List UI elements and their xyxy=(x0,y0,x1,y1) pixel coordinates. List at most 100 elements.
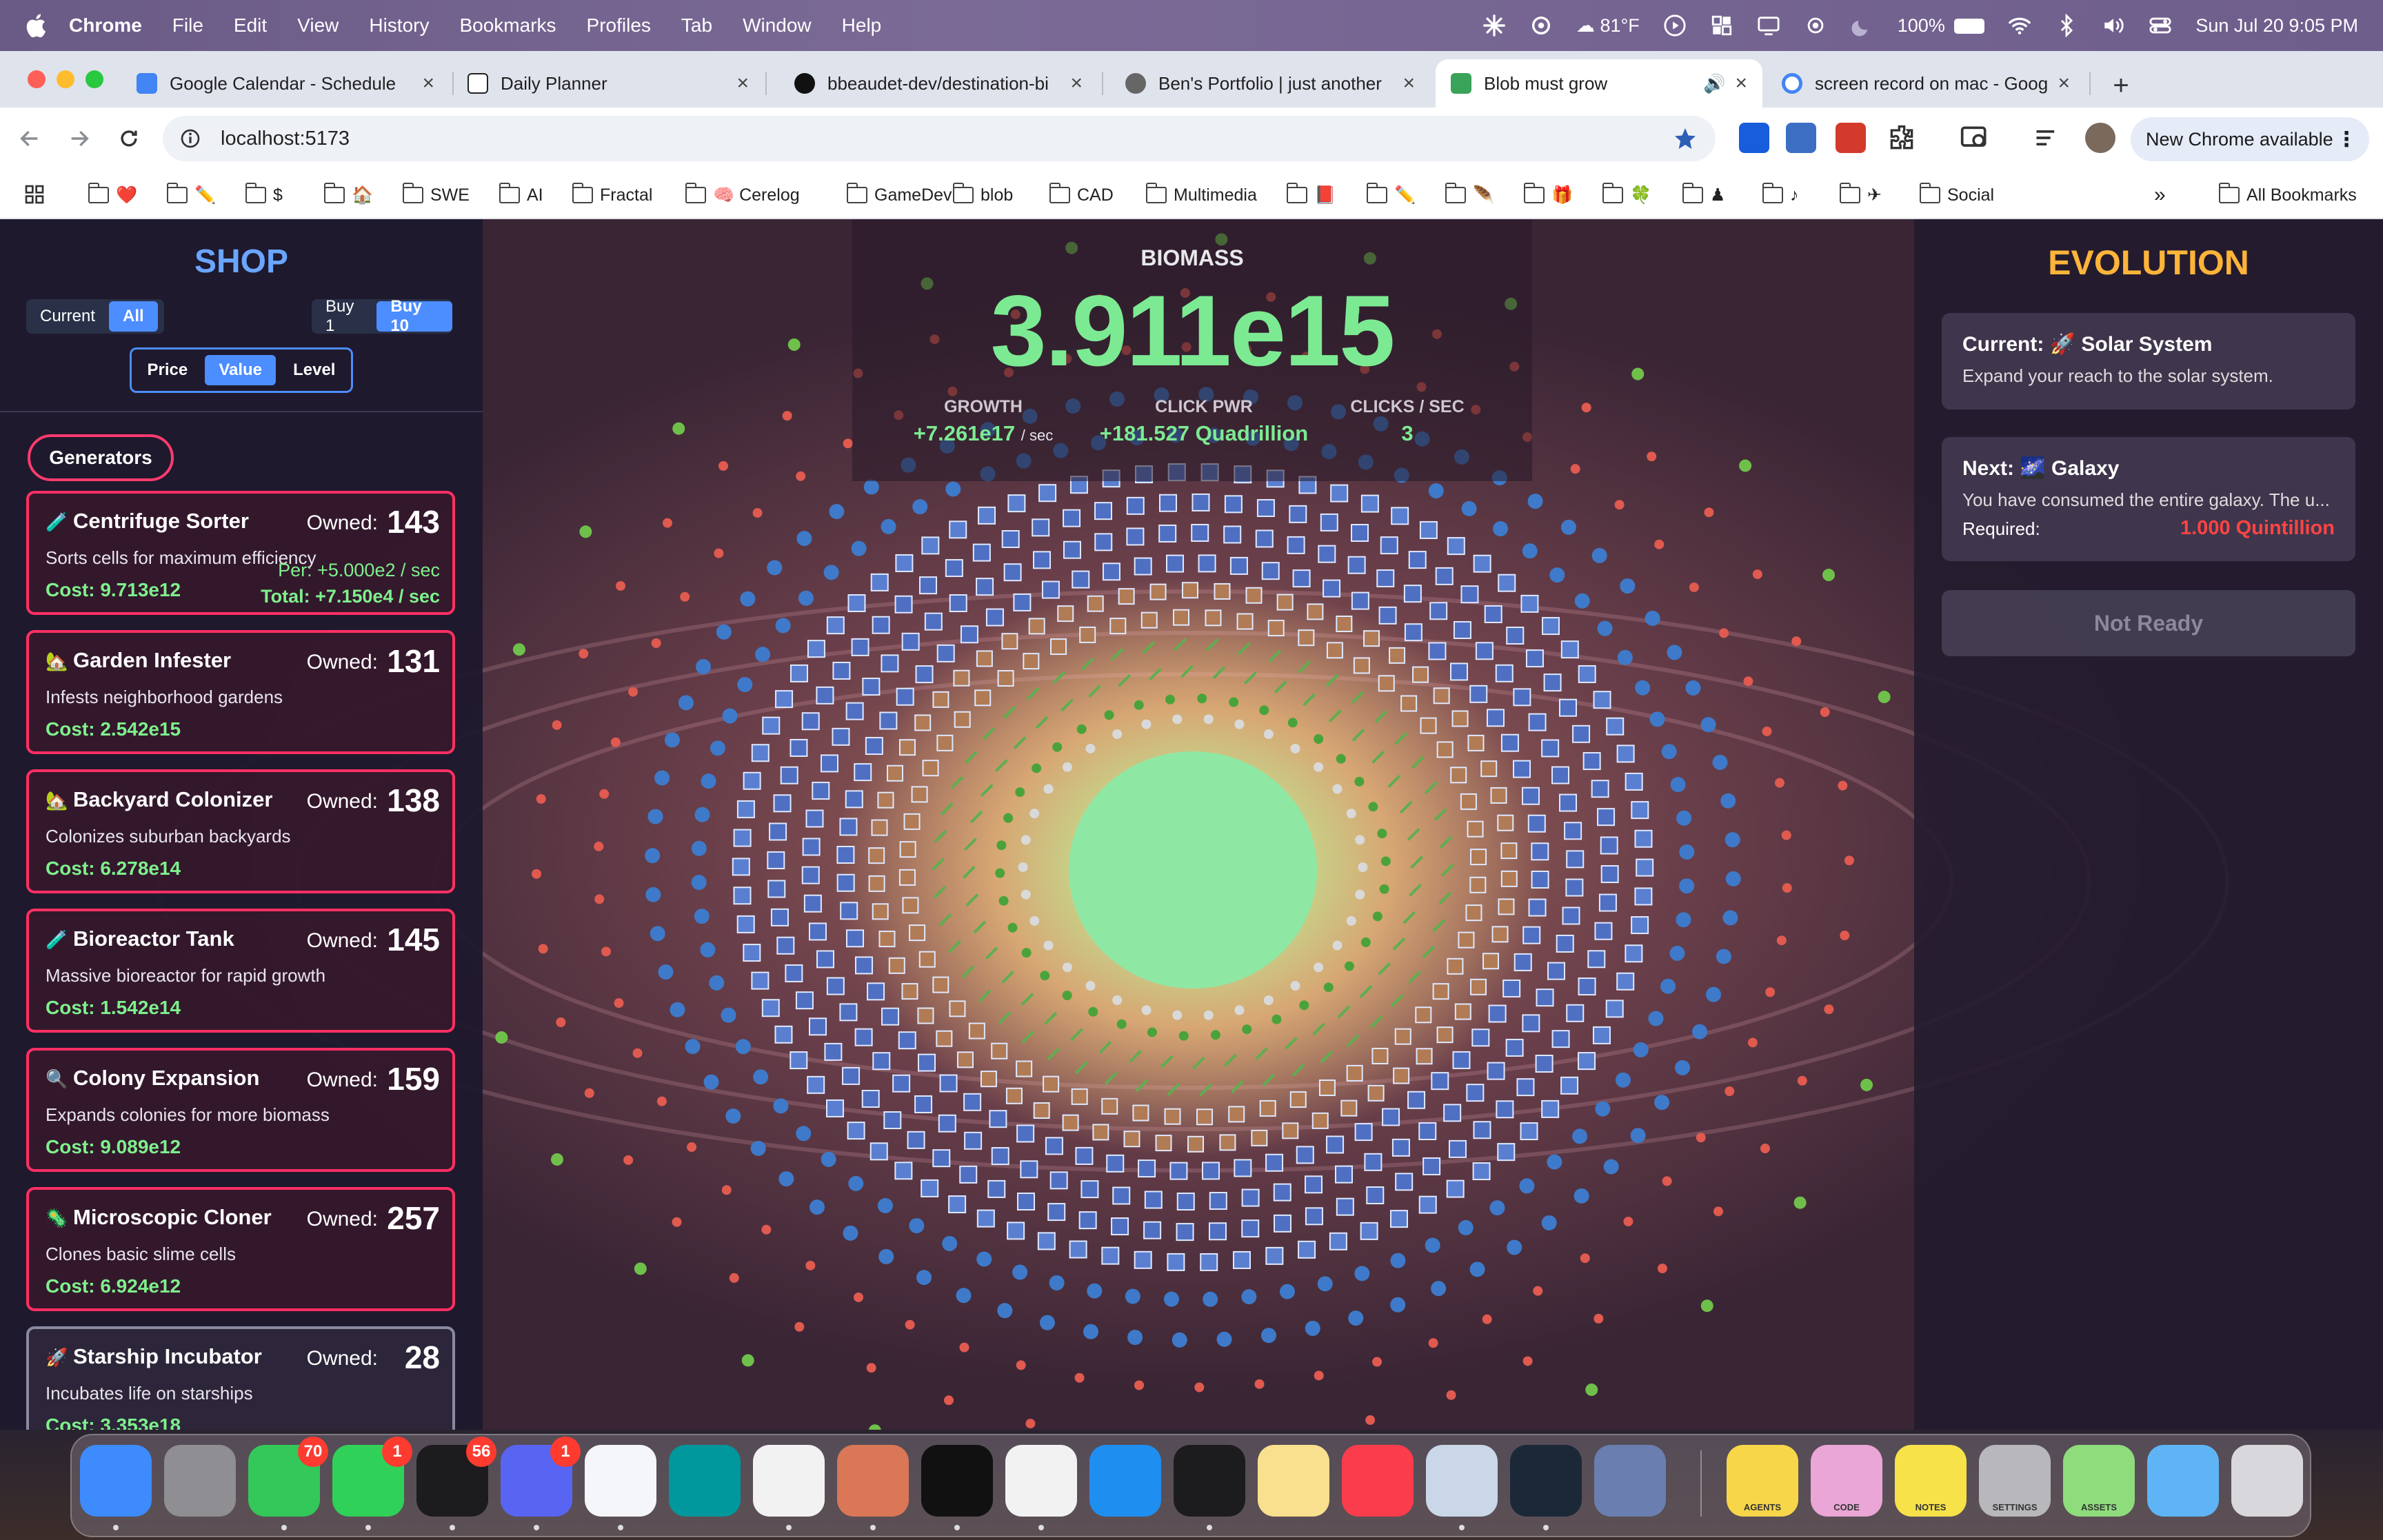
claude-status-icon[interactable] xyxy=(1482,14,1506,37)
bookmark-folder[interactable]: ♪ xyxy=(1762,183,1799,207)
bookmark-folder[interactable]: 📕 xyxy=(1287,183,1336,207)
profile-avatar[interactable] xyxy=(2085,123,2115,153)
forward-button[interactable] xyxy=(63,123,95,154)
tab-google-calendar[interactable]: Google Calendar - Schedule × xyxy=(121,59,450,108)
tab-blob-must-grow[interactable]: Blob must grow 🔊 × xyxy=(1436,59,1762,108)
bookmark-folder[interactable]: GameDev xyxy=(847,183,952,207)
minimize-window-button[interactable] xyxy=(57,70,74,88)
notes-dock-icon[interactable] xyxy=(1258,1445,1329,1517)
menu-window[interactable]: Window xyxy=(743,14,812,37)
safari-dock-icon[interactable] xyxy=(1089,1445,1161,1517)
tab-portfolio[interactable]: Ben's Portfolio | just another × xyxy=(1110,59,1430,108)
chatgpt-status-icon[interactable] xyxy=(1529,14,1553,37)
buy-10-button[interactable]: Buy 10 xyxy=(376,297,452,335)
bookmark-folder[interactable]: Fractal xyxy=(572,183,652,207)
bookmark-folder[interactable]: ✏️ xyxy=(1367,183,1416,207)
generator-card[interactable]: 🏡 Backyard Colonizer Owned: 138 Colonizes su… xyxy=(26,769,455,893)
reading-list-icon[interactable] xyxy=(2033,123,2063,153)
weather-widget[interactable]: ☁ 81°F xyxy=(1576,15,1640,37)
generator-card[interactable]: 🔍 Colony Expansion Owned: 159 Expands coloni… xyxy=(26,1048,455,1172)
bookmark-folder[interactable]: 🪶 xyxy=(1445,183,1494,207)
assets-dock-icon[interactable]: ASSETS xyxy=(2063,1445,2135,1517)
menu-app-name[interactable]: Chrome xyxy=(69,14,142,37)
settings-dock-icon[interactable]: SETTINGS xyxy=(1979,1445,2051,1517)
play-icon[interactable] xyxy=(1663,14,1687,37)
puzzle-extensions-icon[interactable] xyxy=(1887,123,1917,153)
tab-github-repo[interactable]: bbeaudet-dev/destination-bi × xyxy=(779,59,1098,108)
red-extension-icon[interactable] xyxy=(1836,123,1866,153)
downloads-dock-icon[interactable] xyxy=(2147,1445,2219,1517)
bookmark-folder[interactable]: $ xyxy=(245,183,283,207)
apple-menu-icon[interactable] xyxy=(23,12,51,39)
new-tab-button[interactable]: + xyxy=(2100,65,2142,106)
control-center-icon[interactable] xyxy=(2149,14,2172,37)
site-info-icon[interactable] xyxy=(179,128,201,150)
close-tab-icon[interactable]: × xyxy=(2058,72,2070,95)
menu-view[interactable]: View xyxy=(297,14,339,37)
bookmark-folder[interactable]: blob xyxy=(953,183,1013,207)
bookmark-folder[interactable]: 🏠 xyxy=(324,183,373,207)
buy-1-button[interactable]: Buy 1 xyxy=(312,297,376,335)
close-tab-icon[interactable]: × xyxy=(1402,72,1415,95)
notion-extension-icon[interactable] xyxy=(1786,123,1816,153)
layers-dock-icon[interactable]: 56 xyxy=(416,1437,496,1517)
notes-dock-icon[interactable]: NOTES xyxy=(1895,1445,1967,1517)
close-tab-icon[interactable]: × xyxy=(736,72,749,95)
generator-card[interactable]: 🚀 Starship Incubator Owned: 28 Incubates lif… xyxy=(26,1326,455,1430)
sort-price-button[interactable]: Price xyxy=(134,355,202,385)
bluetooth-icon[interactable] xyxy=(2055,14,2078,37)
close-tab-icon[interactable]: × xyxy=(422,72,434,95)
apps-grid-icon[interactable] xyxy=(23,183,46,205)
system-settings-dock-icon[interactable] xyxy=(164,1445,236,1517)
music-dock-icon[interactable] xyxy=(1342,1445,1414,1517)
bookmark-folder[interactable]: ❤️ xyxy=(88,183,137,207)
arduino-dock-icon[interactable] xyxy=(669,1445,741,1517)
menu-profiles[interactable]: Profiles xyxy=(587,14,651,37)
bookmark-star-icon[interactable] xyxy=(1673,126,1698,151)
clock[interactable]: Sun Jul 20 9:05 PM xyxy=(2195,15,2358,37)
tab-search-icon[interactable] xyxy=(1960,123,1990,153)
generator-card[interactable]: 🧪 Centrifuge Sorter Owned: 143 Sorts cells f… xyxy=(26,491,455,615)
generator-card[interactable]: 🧪 Bioreactor Tank Owned: 145 Massive bioreac… xyxy=(26,909,455,1033)
steam-dock-icon[interactable] xyxy=(1510,1445,1582,1517)
window-grid-icon[interactable] xyxy=(1710,14,1733,37)
bookmarks-overflow-button[interactable]: » xyxy=(2154,183,2166,207)
messages-dock-icon[interactable]: 70 xyxy=(248,1437,328,1517)
bookmark-folder[interactable]: CAD xyxy=(1049,183,1114,207)
menu-file[interactable]: File xyxy=(172,14,203,37)
claude-dock-icon[interactable] xyxy=(837,1445,909,1517)
terminal-dock-icon[interactable] xyxy=(1174,1445,1245,1517)
filter-all-button[interactable]: All xyxy=(109,301,158,332)
trash-dock-icon[interactable] xyxy=(2231,1445,2303,1517)
menu-tab[interactable]: Tab xyxy=(681,14,712,37)
filter-current-button[interactable]: Current xyxy=(26,301,109,332)
zoom-window-button[interactable] xyxy=(86,70,103,88)
volume-icon[interactable] xyxy=(2102,14,2125,37)
sort-value-button[interactable]: Value xyxy=(205,355,276,385)
agents-dock-icon[interactable]: AGENTS xyxy=(1727,1445,1798,1517)
vs-code-dock-icon[interactable] xyxy=(585,1445,656,1517)
menu-bookmarks[interactable]: Bookmarks xyxy=(459,14,556,37)
tab-daily-planner[interactable]: Daily Planner × xyxy=(452,59,764,108)
facetime-dock-icon[interactable]: 1 xyxy=(332,1437,412,1517)
bookmark-folder[interactable]: Social xyxy=(1920,183,1994,207)
bookmark-folder[interactable]: ✈ xyxy=(1840,183,1882,207)
address-bar[interactable]: localhost:5173 xyxy=(163,116,1716,161)
tab-google-search[interactable]: screen record on mac - Goog × xyxy=(1767,59,2085,108)
quicktime-dock-icon[interactable] xyxy=(1594,1445,1666,1517)
bitwarden-extension-icon[interactable] xyxy=(1739,123,1769,153)
generator-card[interactable]: 🏡 Garden Infester Owned: 131 Infests neighbo… xyxy=(26,630,455,754)
all-bookmarks-button[interactable]: All Bookmarks xyxy=(2219,183,2357,207)
discord-dock-icon[interactable]: 1 xyxy=(501,1437,581,1517)
close-tab-icon[interactable]: × xyxy=(1735,72,1747,95)
bookmark-folder[interactable]: 🧠 Cerelog xyxy=(685,183,800,207)
menu-edit[interactable]: Edit xyxy=(234,14,267,37)
code-dock-icon[interactable]: CODE xyxy=(1811,1445,1882,1517)
chrome-dock-icon[interactable] xyxy=(1005,1445,1077,1517)
close-tab-icon[interactable]: × xyxy=(1070,72,1083,95)
wifi-icon[interactable] xyxy=(2008,14,2031,37)
back-button[interactable] xyxy=(14,123,46,154)
battery-widget[interactable]: 100% xyxy=(1898,15,1985,37)
moon-icon[interactable] xyxy=(1851,14,1874,37)
bookmark-folder[interactable]: ♟ xyxy=(1682,183,1725,207)
